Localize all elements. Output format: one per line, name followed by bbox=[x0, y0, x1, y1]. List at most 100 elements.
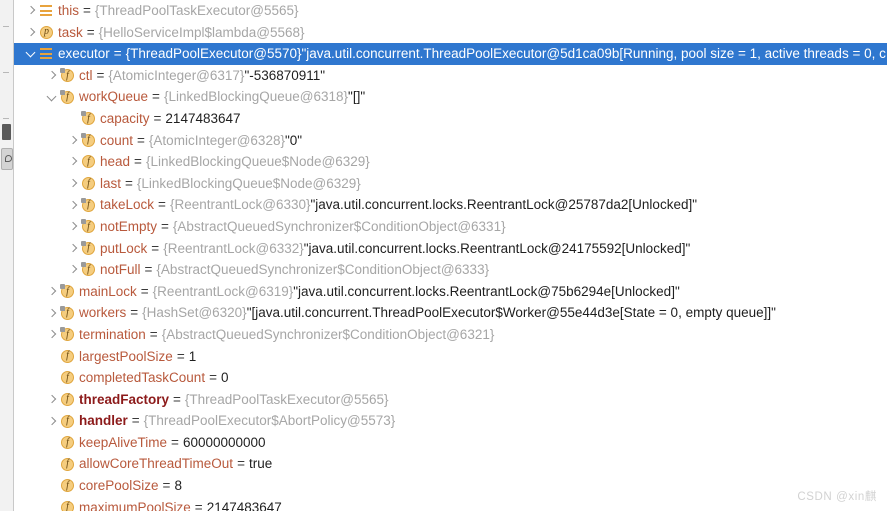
tree-row-workers[interactable]: f workers = {HashSet@6320} "[java.util.conc… bbox=[14, 302, 887, 324]
field-icon: f bbox=[80, 238, 97, 259]
chevron-right-icon[interactable] bbox=[66, 173, 80, 194]
field-icon: f bbox=[59, 389, 76, 410]
field-icon: f bbox=[80, 173, 97, 194]
chevron-right-icon[interactable] bbox=[66, 259, 80, 280]
tree-row-executor[interactable]: executor = {ThreadPoolExecutor@5570} "java… bbox=[14, 43, 887, 65]
field-icon-glyph: f bbox=[61, 349, 74, 363]
equals-sign: = bbox=[176, 348, 185, 364]
chevron-right-icon[interactable] bbox=[66, 195, 80, 216]
field-icon-glyph: f bbox=[61, 457, 74, 471]
variable-name: corePoolSize bbox=[79, 478, 159, 494]
variable-value: 0 bbox=[220, 370, 229, 386]
gutter-tool-button-dark[interactable] bbox=[2, 124, 11, 140]
variable-name: notEmpty bbox=[100, 218, 158, 234]
chevron-right-icon[interactable] bbox=[45, 303, 59, 324]
chevron-right-icon[interactable] bbox=[24, 0, 38, 21]
field-icon-glyph: f bbox=[61, 392, 74, 406]
tree-row-last[interactable]: f last = {LinkedBlockingQueue$Node@6329} bbox=[14, 173, 887, 195]
tree-row-indent bbox=[14, 507, 45, 508]
equals-sign: = bbox=[153, 110, 162, 126]
variable-name: last bbox=[100, 175, 122, 191]
tree-row-indent bbox=[14, 313, 45, 314]
field-icon: f bbox=[59, 367, 76, 388]
chevron-right-icon[interactable] bbox=[66, 216, 80, 237]
tree-row-keepAliveTime[interactable]: f keepAliveTime = 60000000000 bbox=[14, 432, 887, 454]
tree-row-indent bbox=[14, 226, 66, 227]
field-icon: f bbox=[80, 216, 97, 237]
chevron-placeholder bbox=[45, 454, 59, 475]
tree-row-handler[interactable]: f handler = {ThreadPoolExecutor$AbortPolicy… bbox=[14, 410, 887, 432]
chevron-placeholder bbox=[45, 475, 59, 496]
debugger-variables-panel: this = {ThreadPoolTaskExecutor@5565} p task… bbox=[0, 0, 887, 511]
tree-row-workQueue[interactable]: f workQueue = {LinkedBlockingQueue@6318} "[… bbox=[14, 86, 887, 108]
variable-type: {LinkedBlockingQueue$Node@6329} bbox=[136, 175, 361, 191]
chevron-right-icon[interactable] bbox=[45, 411, 59, 432]
tree-row-indent bbox=[14, 205, 66, 206]
final-modifier-marker bbox=[81, 132, 86, 138]
variable-value: "java.util.concurrent.locks.ReentrantLoc… bbox=[293, 283, 680, 299]
equals-sign: = bbox=[152, 89, 160, 105]
tree-row-termination[interactable]: f termination = {AbstractQueuedSynchronizer… bbox=[14, 324, 887, 346]
tree-row-indent bbox=[14, 442, 45, 443]
final-modifier-marker bbox=[60, 305, 65, 311]
tree-row-allowCoreThreadTimeOut[interactable]: f allowCoreThreadTimeOut = true bbox=[14, 453, 887, 475]
final-modifier-marker bbox=[60, 68, 65, 74]
tree-row-indent bbox=[14, 183, 66, 184]
variable-value: "-536870911" bbox=[244, 67, 326, 83]
tree-row-putLock[interactable]: f putLock = {ReentrantLock@6332} "java.util… bbox=[14, 238, 887, 260]
field-icon: f bbox=[59, 497, 76, 511]
gutter-tool-button-selected[interactable] bbox=[1, 148, 13, 170]
tree-row-notEmpty[interactable]: f notEmpty = {AbstractQueuedSynchronizer$Co… bbox=[14, 216, 887, 238]
variable-name: mainLock bbox=[79, 283, 137, 299]
chevron-right-icon[interactable] bbox=[24, 22, 38, 43]
variable-type: {ThreadPoolExecutor$AbortPolicy@5573} bbox=[143, 413, 396, 429]
chevron-right-icon[interactable] bbox=[66, 130, 80, 151]
chevron-placeholder bbox=[45, 367, 59, 388]
tree-row-notFull[interactable]: f notFull = {AbstractQueuedSynchronizer$Con… bbox=[14, 259, 887, 281]
equals-sign: = bbox=[237, 456, 245, 472]
droplet-icon bbox=[5, 155, 12, 162]
variable-type: {ReentrantLock@6332} bbox=[163, 240, 304, 256]
chevron-right-icon[interactable] bbox=[66, 238, 80, 259]
equals-sign: = bbox=[194, 499, 203, 511]
tree-row-indent bbox=[14, 118, 66, 119]
variable-type: {LinkedBlockingQueue$Node@6329} bbox=[145, 154, 370, 170]
equals-sign: = bbox=[130, 305, 139, 321]
variables-tree[interactable]: this = {ThreadPoolTaskExecutor@5565} p task… bbox=[14, 0, 887, 511]
chevron-right-icon[interactable] bbox=[45, 389, 59, 410]
field-icon: f bbox=[80, 130, 97, 151]
variable-name: notFull bbox=[100, 262, 141, 278]
variable-name: termination bbox=[79, 326, 146, 342]
tree-row-head[interactable]: f head = {LinkedBlockingQueue$Node@6329} bbox=[14, 151, 887, 173]
tree-row-capacity[interactable]: f capacity = 2147483647 bbox=[14, 108, 887, 130]
chevron-right-icon[interactable] bbox=[66, 151, 80, 172]
variable-name: completedTaskCount bbox=[79, 370, 206, 386]
variable-type: {AtomicInteger@6328} bbox=[148, 132, 285, 148]
tree-row-maximumPoolSize[interactable]: f maximumPoolSize = 2147483647 bbox=[14, 497, 887, 511]
variable-name: handler bbox=[79, 413, 128, 429]
tree-row-indent bbox=[14, 10, 24, 11]
tree-row-task[interactable]: p task = {HelloServiceImpl$lambda@5568} bbox=[14, 22, 887, 44]
tree-row-ctl[interactable]: f ctl = {AtomicInteger@6317} "-536870911" bbox=[14, 65, 887, 87]
equals-sign: = bbox=[131, 413, 140, 429]
chevron-down-icon[interactable] bbox=[24, 43, 38, 64]
tree-row-largestPoolSize[interactable]: f largestPoolSize = 1 bbox=[14, 346, 887, 368]
local-variable-icon bbox=[38, 0, 55, 21]
field-icon: f bbox=[59, 65, 76, 86]
chevron-right-icon[interactable] bbox=[45, 65, 59, 86]
tree-row-mainLock[interactable]: f mainLock = {ReentrantLock@6319} "java.uti… bbox=[14, 281, 887, 303]
tree-row-completedTaskCount[interactable]: f completedTaskCount = 0 bbox=[14, 367, 887, 389]
chevron-right-icon[interactable] bbox=[45, 281, 59, 302]
field-icon: f bbox=[80, 259, 97, 280]
chevron-right-icon[interactable] bbox=[45, 324, 59, 345]
tree-row-count[interactable]: f count = {AtomicInteger@6328} "0" bbox=[14, 130, 887, 152]
left-tool-gutter[interactable] bbox=[0, 0, 14, 511]
tree-row-takeLock[interactable]: f takeLock = {ReentrantLock@6330} "java.uti… bbox=[14, 194, 887, 216]
variable-name: this bbox=[58, 3, 80, 18]
variable-type: {HelloServiceImpl$lambda@5568} bbox=[98, 24, 305, 40]
chevron-down-icon[interactable] bbox=[45, 87, 59, 108]
tree-row-corePoolSize[interactable]: f corePoolSize = 8 bbox=[14, 475, 887, 497]
tree-row-this[interactable]: this = {ThreadPoolTaskExecutor@5565} bbox=[14, 0, 887, 22]
tree-row-threadFactory[interactable]: f threadFactory = {ThreadPoolTaskExecutor@5… bbox=[14, 389, 887, 411]
field-icon: f bbox=[59, 324, 76, 345]
